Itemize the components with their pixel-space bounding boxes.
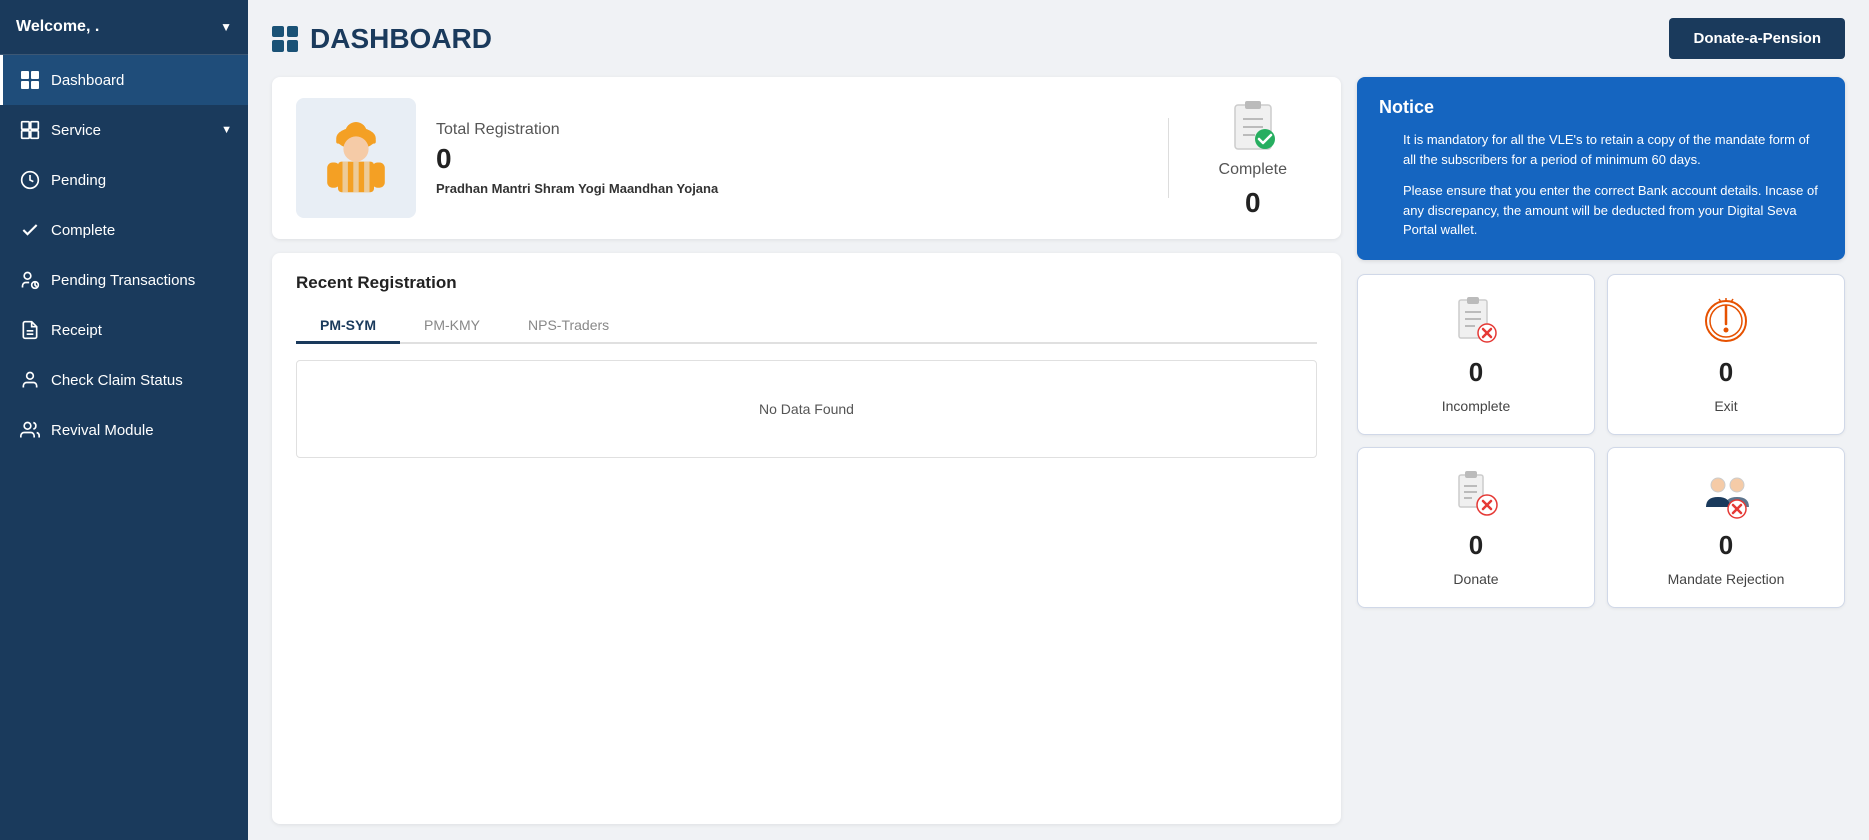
- tab-pm-sym[interactable]: PM-SYM: [296, 309, 400, 344]
- donate-pension-button[interactable]: Donate-a-Pension: [1669, 18, 1845, 59]
- dashboard-title: DASHBOARD: [310, 23, 492, 55]
- divider: [1168, 118, 1169, 198]
- sidebar-item-check-claim[interactable]: Check Claim Status: [0, 355, 248, 405]
- service-chevron-icon: ▼: [221, 124, 232, 136]
- sidebar-item-dashboard[interactable]: Dashboard: [0, 55, 248, 105]
- receipt-icon: [19, 319, 41, 341]
- donate-value: 0: [1469, 530, 1483, 561]
- registration-stats-card: Total Registration 0 Pradhan Mantri Shra…: [272, 77, 1341, 239]
- main-content: DASHBOARD Donate-a-Pension: [248, 0, 1869, 840]
- notice-title: Notice: [1379, 97, 1823, 118]
- exit-label: Exit: [1714, 398, 1737, 414]
- pending-icon: [19, 169, 41, 191]
- incomplete-icon: [1450, 295, 1502, 347]
- content-right: Notice It is mandatory for all the VLE's…: [1357, 77, 1845, 824]
- stat-box-mandate[interactable]: 0 Mandate Rejection: [1607, 447, 1845, 608]
- recent-registration-card: Recent Registration PM-SYM PM-KMY NPS-Tr…: [272, 253, 1341, 824]
- complete-icon: [19, 219, 41, 241]
- sidebar-item-pending[interactable]: Pending: [0, 155, 248, 205]
- registration-info: Total Registration 0 Pradhan Mantri Shra…: [436, 121, 1148, 196]
- mandate-label: Mandate Rejection: [1668, 571, 1785, 587]
- sidebar-item-service[interactable]: Service ▼: [0, 105, 248, 155]
- sidebar-item-receipt[interactable]: Receipt: [0, 305, 248, 355]
- content-area: Total Registration 0 Pradhan Mantri Shra…: [248, 69, 1869, 840]
- incomplete-value: 0: [1469, 357, 1483, 388]
- registration-tabs: PM-SYM PM-KMY NPS-Traders: [296, 309, 1317, 344]
- service-icon: [19, 119, 41, 141]
- scheme-name: Pradhan Mantri Shram Yogi Maandhan Yojan…: [436, 181, 1148, 196]
- sidebar: Welcome, . ▼ Dashboard Service ▼ Pending: [0, 0, 248, 840]
- revival-icon: [19, 419, 41, 441]
- complete-icon: [1225, 97, 1281, 153]
- sidebar-label-pending: Pending: [51, 172, 232, 189]
- welcome-text: Welcome, .: [16, 18, 99, 36]
- recent-registration-title: Recent Registration: [296, 273, 1317, 293]
- check-claim-icon: [19, 369, 41, 391]
- notice-card: Notice It is mandatory for all the VLE's…: [1357, 77, 1845, 260]
- stat-box-exit[interactable]: 0 Exit: [1607, 274, 1845, 435]
- sidebar-label-service: Service: [51, 122, 211, 139]
- grid-icon: [19, 69, 41, 91]
- mandate-value: 0: [1719, 530, 1733, 561]
- chevron-down-icon: ▼: [220, 20, 232, 34]
- no-data-message: No Data Found: [296, 360, 1317, 458]
- stat-box-donate[interactable]: 0 Donate: [1357, 447, 1595, 608]
- total-registration-value: 0: [436, 143, 1148, 175]
- notice-item-1: It is mandatory for all the VLE's to ret…: [1395, 130, 1823, 169]
- header: DASHBOARD Donate-a-Pension: [248, 0, 1869, 69]
- sidebar-item-revival[interactable]: Revival Module: [0, 405, 248, 455]
- notice-list: It is mandatory for all the VLE's to ret…: [1379, 130, 1823, 240]
- stat-boxes-grid: 0 Incomplete: [1357, 274, 1845, 608]
- stat-box-incomplete[interactable]: 0 Incomplete: [1357, 274, 1595, 435]
- sidebar-welcome[interactable]: Welcome, . ▼: [0, 0, 248, 55]
- sidebar-nav: Dashboard Service ▼ Pending Complete: [0, 55, 248, 840]
- pending-transactions-icon: [19, 269, 41, 291]
- sidebar-label-check-claim: Check Claim Status: [51, 372, 232, 389]
- sidebar-label-revival: Revival Module: [51, 422, 232, 439]
- total-registration-label: Total Registration: [436, 121, 1148, 139]
- worker-avatar: [296, 98, 416, 218]
- exit-icon: [1700, 295, 1752, 347]
- sidebar-item-complete[interactable]: Complete: [0, 205, 248, 255]
- content-left: Total Registration 0 Pradhan Mantri Shra…: [272, 77, 1341, 824]
- mandate-icon: [1700, 468, 1752, 520]
- tab-pm-kmy[interactable]: PM-KMY: [400, 309, 504, 344]
- dashboard-icon: [272, 26, 298, 52]
- sidebar-item-pending-transactions[interactable]: Pending Transactions: [0, 255, 248, 305]
- sidebar-label-complete: Complete: [51, 222, 232, 239]
- donate-icon: [1450, 468, 1502, 520]
- sidebar-label-receipt: Receipt: [51, 322, 232, 339]
- incomplete-label: Incomplete: [1442, 398, 1510, 414]
- donate-label: Donate: [1453, 571, 1498, 587]
- page-title: DASHBOARD: [272, 23, 492, 55]
- sidebar-label-dashboard: Dashboard: [51, 72, 232, 89]
- exit-value: 0: [1719, 357, 1733, 388]
- complete-value: 0: [1245, 187, 1261, 219]
- sidebar-label-pending-transactions: Pending Transactions: [51, 272, 232, 289]
- complete-stats: Complete 0: [1189, 97, 1317, 219]
- complete-label: Complete: [1219, 161, 1287, 179]
- notice-item-2: Please ensure that you enter the correct…: [1395, 181, 1823, 240]
- tab-nps-traders[interactable]: NPS-Traders: [504, 309, 633, 344]
